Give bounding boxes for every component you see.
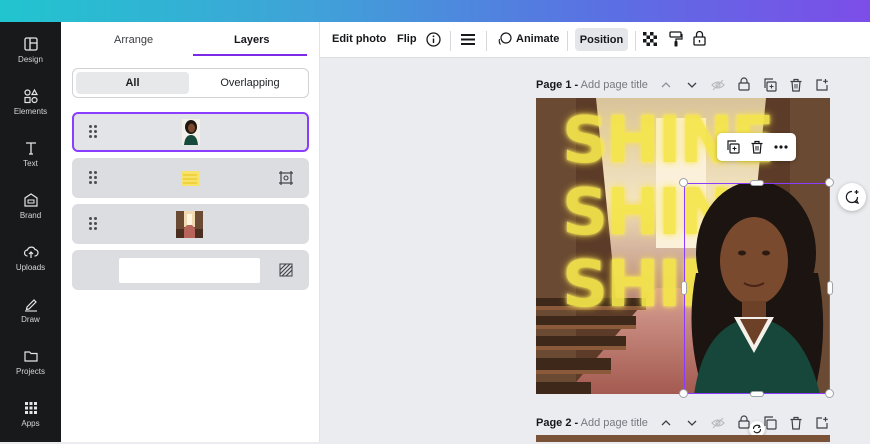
chevron-up-icon[interactable] [659,78,673,92]
rail-item-design[interactable]: Design [0,34,61,80]
rail-item-elements[interactable]: Elements [0,86,61,132]
chevron-down-icon[interactable] [685,416,699,430]
tab-arrange[interactable]: Arrange [114,34,153,46]
side-rail: Design Elements Text Brand Uploads Draw … [0,22,61,442]
page-2-header: Page 2 - Add page title [536,417,648,429]
cloud-upload-icon [23,246,39,258]
brand-icon [23,193,38,207]
delete-page-icon[interactable] [789,416,803,430]
toolbar-divider [567,31,568,51]
lock-icon[interactable] [693,30,706,46]
rail-label: Projects [16,367,45,376]
resize-handle-left[interactable] [681,281,687,295]
drag-handle-icon[interactable] [89,125,97,139]
page-1-label: Page 1 - [536,79,579,91]
rail-item-uploads[interactable]: Uploads [0,242,61,288]
position-button[interactable]: Position [575,28,628,51]
chevron-up-icon[interactable] [659,416,673,430]
page-1-header: Page 1 - Add page title [536,79,648,91]
top-gradient-bar [0,0,870,22]
frame-icon[interactable] [278,170,294,186]
add-page-icon[interactable] [815,78,829,92]
layer-row-portrait[interactable] [72,112,309,152]
filter-all-button[interactable]: All [76,72,189,94]
hide-page-icon[interactable] [711,78,725,92]
rail-label: Uploads [15,263,46,272]
drag-handle-icon[interactable] [89,217,97,231]
copy-style-icon[interactable] [669,31,683,47]
rail-label: Text [23,159,38,168]
resize-handle-bottom-right[interactable] [825,389,834,398]
toolbar-divider [450,31,451,51]
rail-label: Draw [21,315,40,324]
duplicate-icon[interactable] [726,140,740,154]
info-icon[interactable] [426,32,441,47]
active-tab-indicator [193,54,307,56]
layer-filter-toggle: All Overlapping [72,68,309,98]
pen-icon [24,299,37,312]
rail-item-text[interactable]: Text [0,138,61,184]
apps-grid-icon [24,402,37,414]
rail-item-brand[interactable]: Brand [0,190,61,236]
chevron-down-icon[interactable] [685,78,699,92]
background-thumbnail [119,258,260,283]
rail-label: Brand [19,211,42,220]
transparency-checker-icon[interactable] [643,32,657,46]
rail-item-apps[interactable]: Apps [0,398,61,444]
rail-label: Apps [21,419,40,428]
rail-item-projects[interactable]: Projects [0,346,61,392]
rail-label: Elements [13,107,48,116]
hide-page-icon[interactable] [711,416,725,430]
portrait-thumbnail [182,119,200,145]
resize-handle-bottom-left[interactable] [679,389,688,398]
delete-page-icon[interactable] [789,78,803,92]
layer-row-church-photo[interactable] [72,204,309,244]
page-2-title-input[interactable]: Add page title [581,417,648,429]
lock-page-icon[interactable] [737,77,751,91]
edit-photo-button[interactable]: Edit photo [332,33,386,45]
selection-outline [684,183,830,394]
add-page-icon[interactable] [815,416,829,430]
folder-icon [23,351,38,362]
toolbar-divider [635,31,636,51]
resize-handle-top-left[interactable] [679,178,688,187]
comment-add-icon [845,190,860,204]
add-comment-button[interactable] [838,183,866,211]
line-spacing-icon[interactable] [461,33,475,46]
layer-row-background[interactable] [72,250,309,290]
duplicate-page-icon[interactable] [763,416,777,430]
shine-text-thumbnail [181,171,199,186]
resize-handle-right[interactable] [827,281,833,295]
rail-label: Design [18,55,43,64]
layer-row-shine-text[interactable] [72,158,309,198]
lock-page-icon[interactable] [737,415,751,429]
page-1-title-input[interactable]: Add page title [581,79,648,91]
animate-button[interactable]: Animate [516,33,559,45]
rail-item-draw[interactable]: Draw [0,294,61,340]
drag-handle-icon[interactable] [89,171,97,185]
duplicate-page-icon[interactable] [763,78,777,92]
page-2-artboard[interactable] [536,435,830,442]
layout-icon [23,37,38,51]
layers-panel: Arrange Layers All Overlapping [61,22,320,442]
resize-handle-bottom[interactable] [750,391,764,397]
element-action-bar [717,133,796,161]
tab-layers[interactable]: Layers [234,34,269,46]
toolbar-divider [486,31,487,51]
resize-handle-top-right[interactable] [825,178,834,187]
trash-icon[interactable] [750,140,764,154]
context-toolbar: Edit photo Flip Animate Position [320,22,870,58]
more-options-icon[interactable] [774,145,788,149]
panel-tabs: Arrange Layers [61,22,320,58]
flip-button[interactable]: Flip [397,33,417,45]
animate-icon[interactable] [497,32,512,47]
resize-handle-top[interactable] [750,180,764,186]
filter-overlapping-button[interactable]: Overlapping [193,72,307,94]
page-2-label: Page 2 - [536,417,579,429]
text-icon [25,142,36,155]
church-thumbnail [176,211,203,238]
transparency-icon[interactable] [278,262,294,278]
shapes-icon [23,88,38,104]
